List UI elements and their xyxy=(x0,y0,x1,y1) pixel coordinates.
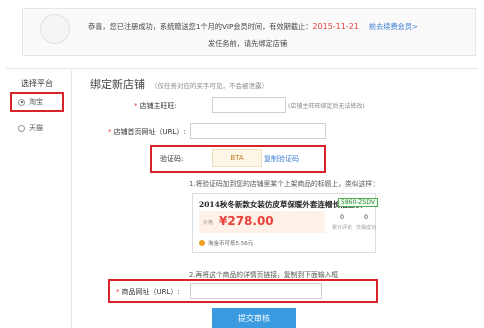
radio-icon[interactable] xyxy=(18,124,25,132)
required-mark: * xyxy=(116,288,120,296)
renew-vip-link[interactable]: 前去续费会员> xyxy=(369,22,418,31)
notice-subtext: 发任务前，请先绑定店铺 xyxy=(208,39,288,48)
step1-instruction: 1.将验证码加到您的店铺里某个上架商品的标题上，类似这样： xyxy=(189,180,379,188)
platform-sidebar: 选择平台 淘宝 天猫 xyxy=(6,70,72,328)
review-label: 累计评论 xyxy=(331,225,352,231)
required-mark: * xyxy=(108,128,112,136)
price-label: 价格 xyxy=(203,220,214,226)
review-count: 0 xyxy=(340,214,344,221)
highlight-box xyxy=(10,92,64,112)
sidebar-title: 选择平台 xyxy=(21,79,53,88)
sample-footer: 淘金币可抵5.56元 xyxy=(199,239,253,247)
product-url-input[interactable] xyxy=(190,283,322,299)
title-note: （仅任务对应的买手可见，不会被泄露） xyxy=(151,82,268,90)
expiry-date: 2015-11-21 xyxy=(312,22,359,31)
price-bar: 价格 ¥278.00 xyxy=(199,211,325,233)
step2-instruction: 2.再将这个商品的详情页链接，复制到下面输入框 xyxy=(189,271,339,279)
sample-code-tag: 5860-ZSDV xyxy=(338,198,378,207)
bind-shop-form: 绑定新店铺 （仅任务对应的买手可见，不会被泄露） * 店铺主旺旺: (店铺主旺旺绑定… xyxy=(72,70,484,328)
divider xyxy=(6,68,478,69)
page-title: 绑定新店铺 （仅任务对应的买手可见，不会被泄露） xyxy=(90,76,268,92)
shop-url-input[interactable] xyxy=(190,123,326,139)
shop-name-input[interactable] xyxy=(212,97,286,113)
coin-icon xyxy=(199,240,205,246)
platform-option-tmall[interactable]: 天猫 xyxy=(12,120,68,136)
platform-label: 天猫 xyxy=(29,124,43,132)
notice-message: 恭喜，您已注册成功，系统赠送您1个月的VIP会员时间，有效期截止：2015-11… xyxy=(88,22,418,32)
product-url-label-text: 商品网址（URL）: xyxy=(121,288,180,296)
copy-code-link[interactable]: 复制验证码 xyxy=(264,154,299,164)
title-text: 绑定新店铺 xyxy=(90,78,145,91)
code-label: 验证码: xyxy=(160,155,184,163)
success-icon xyxy=(40,14,70,44)
sales-label: 交易成功 xyxy=(355,225,376,231)
shop-name-hint: (店铺主旺旺绑定后无法修改) xyxy=(288,103,365,110)
shop-url-label: * 店铺首页网址（URL）: xyxy=(108,127,186,137)
shop-url-label-text: 店铺首页网址（URL）: xyxy=(113,128,186,136)
product-url-label: * 商品网址（URL）: xyxy=(116,287,180,297)
sales-count: 0 xyxy=(364,214,368,221)
submit-review-button[interactable]: 提交审核 xyxy=(212,308,296,328)
notice-area: 恭喜，您已注册成功，系统赠送您1个月的VIP会员时间，有效期截止：2015-11… xyxy=(0,0,484,62)
verification-code: BTA xyxy=(212,149,262,167)
sample-product-card: 2014秋冬新款女装仿皮草保暖外套连帽长袖上衣 5860-ZSDV 价格 ¥27… xyxy=(192,193,378,253)
required-mark: * xyxy=(134,102,138,110)
sample-footer-text: 淘金币可抵5.56元 xyxy=(208,241,254,247)
notice-text: 恭喜，您已注册成功，系统赠送您1个月的VIP会员时间，有效期截止： xyxy=(88,22,313,31)
shop-name-label-text: 店铺主旺旺: xyxy=(139,102,177,110)
shop-name-label: * 店铺主旺旺: xyxy=(134,101,177,111)
price-value: ¥278.00 xyxy=(219,214,274,228)
